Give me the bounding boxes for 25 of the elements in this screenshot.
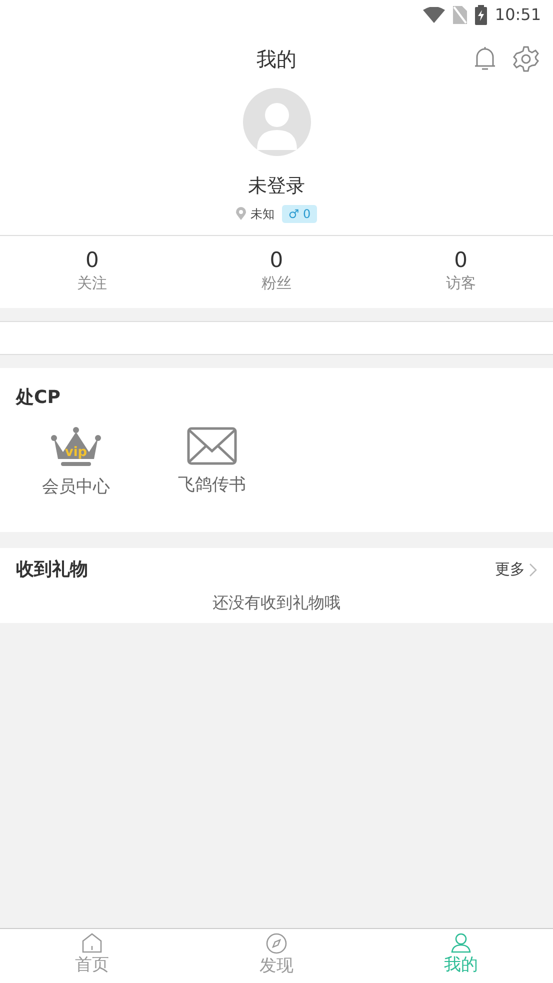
gender-tag: ♂ 0 (282, 204, 317, 222)
username: 未登录 (248, 174, 305, 199)
notification-bell-icon[interactable] (473, 46, 497, 72)
location-pin-icon (236, 207, 246, 220)
location-text: 未知 (250, 206, 274, 222)
compass-icon (266, 932, 287, 954)
menu-item[interactable]: 飞鸽传书 (152, 426, 272, 500)
battery-icon (474, 5, 487, 25)
stat-item[interactable]: 0 粉丝 (184, 236, 369, 308)
person-icon (450, 933, 471, 954)
status-time: 10:51 (494, 4, 541, 26)
stat-item[interactable]: 0 访客 (368, 236, 553, 308)
wifi-icon (422, 7, 445, 23)
no-sim-icon (452, 6, 467, 24)
more-link[interactable]: 更多 (495, 558, 537, 581)
settings-icon[interactable] (513, 46, 539, 72)
section-title: 收到礼物 (16, 558, 88, 582)
chevron-right-icon (529, 562, 537, 576)
menu-item[interactable]: vip 会员中心 (16, 426, 136, 500)
page-title: 我的 (256, 46, 296, 73)
envelope-icon (187, 426, 237, 464)
home-icon (81, 933, 104, 954)
stat-item[interactable]: 0 关注 (0, 236, 184, 308)
section-title: 处CP (16, 386, 62, 410)
empty-message: 还没有收到礼物哦 (212, 592, 342, 614)
